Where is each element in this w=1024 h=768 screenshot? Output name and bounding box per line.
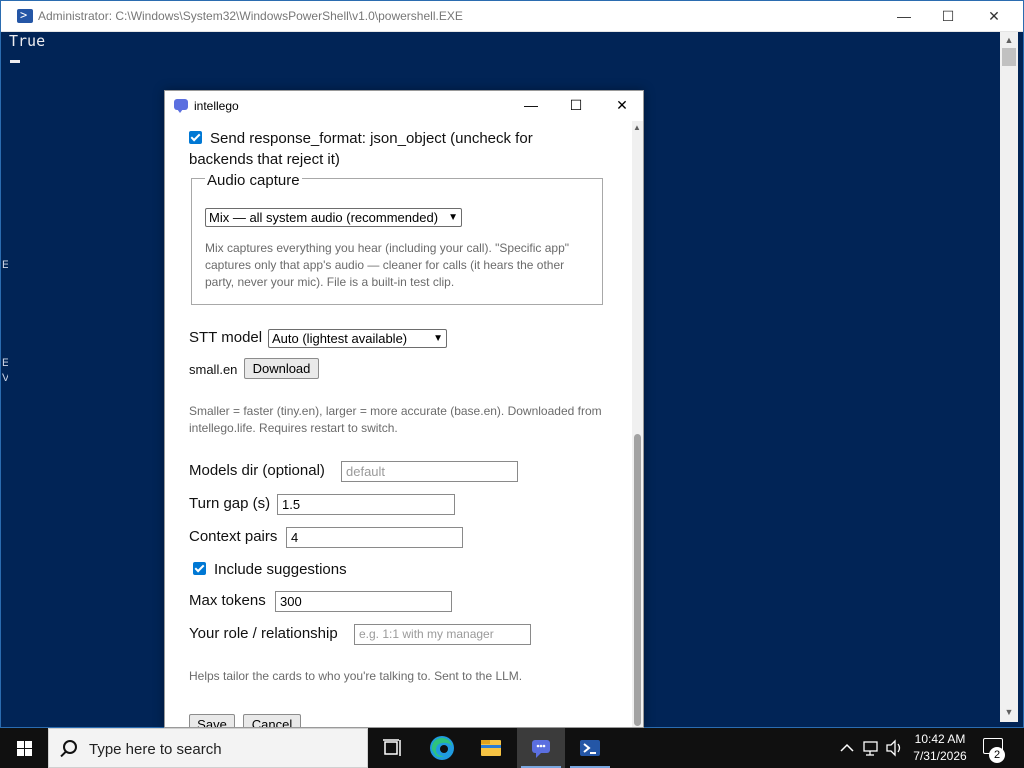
taskbar-search-box[interactable]: Type here to search xyxy=(48,728,368,768)
download-button[interactable]: Download xyxy=(244,358,319,379)
turn-gap-input[interactable]: 1.5 xyxy=(277,494,455,515)
maximize-button[interactable]: ☐ xyxy=(553,91,599,119)
audio-capture-selected: Mix — all system audio (recommended) xyxy=(209,210,439,225)
max-tokens-input[interactable]: 300 xyxy=(275,591,452,612)
windows-logo-icon xyxy=(17,741,32,756)
chevron-down-icon: ▼ xyxy=(433,333,443,344)
powershell-taskbar-icon[interactable] xyxy=(566,728,614,768)
audio-capture-legend: Audio capture xyxy=(205,172,302,189)
taskbar: Type here to search 10:42 AM 7/31/2026 2 xyxy=(0,728,1024,768)
models-dir-label: Models dir (optional) xyxy=(189,462,325,479)
intellego-titlebar[interactable]: intellego — ☐ ✕ xyxy=(165,91,643,121)
include-suggestions-label: Include suggestions xyxy=(214,561,347,578)
audio-capture-help: Mix captures everything you hear (includ… xyxy=(205,241,570,289)
role-label: Your role / relationship xyxy=(189,625,338,642)
role-help: Helps tailor the cards to who you're tal… xyxy=(189,669,523,683)
context-pairs-input[interactable]: 4 xyxy=(286,527,463,548)
stt-model-selected: Auto (lightest available) xyxy=(272,331,408,346)
stt-model-help: Smaller = faster (tiny.en), larger = mor… xyxy=(189,404,602,435)
stt-model-select[interactable]: Auto (lightest available) ▼ xyxy=(268,329,447,348)
minimize-button[interactable]: — xyxy=(881,1,927,31)
include-suggestions-row[interactable]: Include suggestions xyxy=(189,561,347,578)
start-button[interactable] xyxy=(0,728,48,768)
response-format-checkbox[interactable] xyxy=(189,131,202,144)
console-output-line: True xyxy=(9,32,46,50)
settings-form: Send response_format: json_object (unche… xyxy=(165,121,635,727)
include-suggestions-checkbox[interactable] xyxy=(193,562,206,575)
clock-date: 7/31/2026 xyxy=(913,749,967,763)
maximize-button[interactable]: ☐ xyxy=(925,1,971,31)
edge-browser-icon[interactable] xyxy=(418,728,466,768)
scroll-up-icon[interactable]: ▲ xyxy=(1000,32,1018,48)
search-icon xyxy=(63,740,77,754)
response-format-row[interactable]: Send response_format: json_object (unche… xyxy=(189,128,589,170)
stt-model-label: STT model xyxy=(189,329,263,346)
scroll-up-icon[interactable]: ▲ xyxy=(633,123,641,132)
search-placeholder: Type here to search xyxy=(89,741,222,758)
close-button[interactable]: ✕ xyxy=(971,1,1017,31)
scrollbar-thumb[interactable] xyxy=(1002,48,1016,66)
minimize-button[interactable]: — xyxy=(508,91,554,119)
network-icon[interactable] xyxy=(861,728,881,768)
response-format-label: Send response_format: json_object (unche… xyxy=(189,130,533,168)
system-clock[interactable]: 10:42 AM 7/31/2026 xyxy=(905,731,975,765)
chevron-up-icon[interactable] xyxy=(838,728,856,768)
intellego-title: intellego xyxy=(194,99,239,113)
chat-bubble-icon xyxy=(174,99,188,113)
task-view-icon[interactable] xyxy=(368,728,416,768)
scroll-down-icon[interactable]: ▼ xyxy=(1000,704,1018,720)
console-scrollbar[interactable]: ▲ ▼ xyxy=(1000,32,1018,722)
close-button[interactable]: ✕ xyxy=(599,91,643,119)
powershell-icon: > xyxy=(17,8,33,23)
role-input[interactable]: e.g. 1:1 with my manager xyxy=(354,624,531,645)
models-dir-input[interactable]: default xyxy=(341,461,518,482)
turn-gap-label: Turn gap (s) xyxy=(189,495,271,512)
volume-icon[interactable] xyxy=(884,728,904,768)
context-pairs-label: Context pairs xyxy=(189,528,278,545)
powershell-title: Administrator: C:\Windows\System32\Windo… xyxy=(38,9,463,23)
powershell-titlebar[interactable]: > Administrator: C:\Windows\System32\Win… xyxy=(1,1,1023,32)
audio-capture-select[interactable]: Mix — all system audio (recommended) ▼ xyxy=(205,208,462,227)
intellego-taskbar-icon[interactable] xyxy=(517,728,565,768)
intellego-settings-window: intellego — ☐ ✕ Send response_format: js… xyxy=(164,90,644,728)
stt-current-model: small.en xyxy=(189,362,238,377)
cancel-button[interactable]: Cancel xyxy=(243,714,301,727)
notification-count-badge: 2 xyxy=(989,747,1005,763)
console-cursor xyxy=(10,60,20,63)
save-button[interactable]: Save xyxy=(189,714,235,727)
chevron-down-icon: ▼ xyxy=(448,212,458,223)
scrollbar-thumb[interactable] xyxy=(634,434,641,726)
dialog-scrollbar[interactable]: ▲ xyxy=(632,121,643,727)
clock-time: 10:42 AM xyxy=(914,732,966,746)
file-explorer-icon[interactable] xyxy=(467,728,515,768)
max-tokens-label: Max tokens xyxy=(189,592,266,609)
